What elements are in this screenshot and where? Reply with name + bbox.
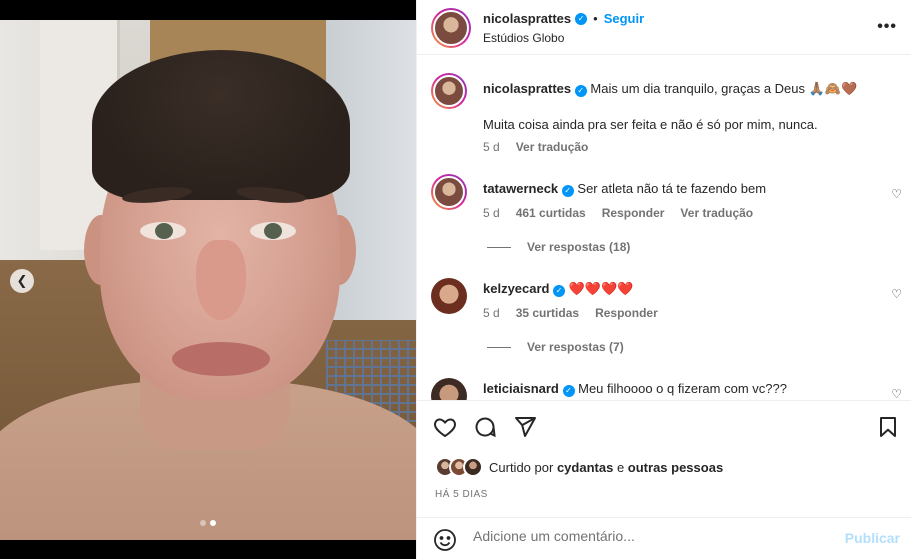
post-photo[interactable] xyxy=(0,20,416,540)
comment-body: ❤️❤️❤️❤️ xyxy=(568,281,634,296)
post-media[interactable]: ❮ xyxy=(0,0,416,559)
photo-iris-right xyxy=(264,223,282,239)
action-icons xyxy=(433,415,537,442)
comment-username[interactable]: kelzyecard xyxy=(483,281,550,296)
verified-icon: ✓ xyxy=(561,185,574,197)
caption-age[interactable]: 5 d xyxy=(483,140,500,154)
comment-meta: 5 d 35 curtidas Responder xyxy=(483,306,658,320)
comments-list[interactable]: nicolasprattes ✓ Mais um dia tranquilo, … xyxy=(417,56,911,400)
verified-icon: ✓ xyxy=(574,85,587,97)
comment-meta: 5 d 461 curtidas Responder Ver tradução xyxy=(483,206,753,220)
caption-text: nicolasprattes ✓ Mais um dia tranquilo, … xyxy=(483,80,893,98)
post-timestamp[interactable]: HÁ 5 DIAS xyxy=(435,489,488,500)
author-username[interactable]: nicolasprattes xyxy=(483,11,571,26)
emoji-icon[interactable] xyxy=(433,528,457,552)
comment-likes[interactable]: 461 curtidas xyxy=(516,206,586,220)
carousel-indicator xyxy=(200,520,216,526)
carousel-dot-active xyxy=(210,520,216,526)
chevron-left-icon: ❮ xyxy=(16,273,28,288)
author-avatar[interactable] xyxy=(431,8,471,48)
caption-line-2: Muita coisa ainda pra ser feita e não é … xyxy=(483,117,818,132)
view-replies-button[interactable]: Ver respostas (7) xyxy=(487,340,624,354)
caption-meta: 5 d Ver tradução xyxy=(483,140,588,154)
carousel-prev-button[interactable]: ❮ xyxy=(10,269,34,293)
comment-text: kelzyecard ✓ ❤️❤️❤️❤️ xyxy=(483,280,873,298)
caption-avatar[interactable] xyxy=(431,73,467,109)
comment-avatar[interactable] xyxy=(431,378,467,400)
photo-nose xyxy=(196,240,246,320)
view-replies-label: Ver respostas (7) xyxy=(527,340,624,354)
caption-translate-link[interactable]: Ver tradução xyxy=(516,140,589,154)
like-icon[interactable] xyxy=(433,415,457,442)
reply-button[interactable]: Responder xyxy=(595,306,658,320)
likes-prefix: Curtido por xyxy=(489,459,554,475)
comment-text: tatawerneck ✓ Ser atleta não tá te fazen… xyxy=(483,180,873,198)
likes-text: Curtido por cydantas e outras pessoas xyxy=(489,460,723,475)
comment-likes[interactable]: 35 curtidas xyxy=(516,306,579,320)
likes-joiner: e xyxy=(616,459,625,475)
post-actions: Curtido por cydantas e outras pessoas HÁ… xyxy=(417,400,911,559)
verified-icon: ✓ xyxy=(553,285,566,297)
liker-avatar[interactable] xyxy=(463,457,483,477)
replies-divider xyxy=(487,246,511,248)
comment-body: Meu filhoooo o q fizeram com vc??? xyxy=(578,381,787,396)
others-link[interactable]: outras pessoas xyxy=(628,460,723,475)
heart-icon[interactable]: ♡ xyxy=(891,387,902,400)
comment-username[interactable]: leticiaisnard xyxy=(483,381,559,396)
separator-dot: • xyxy=(593,11,598,26)
verified-icon: ✓ xyxy=(575,12,588,25)
post-location[interactable]: Estúdios Globo xyxy=(483,31,564,45)
photo-hair xyxy=(92,50,350,200)
comment-age[interactable]: 5 d xyxy=(483,306,500,320)
likes-summary: Curtido por cydantas e outras pessoas xyxy=(435,457,723,477)
view-replies-button[interactable]: Ver respostas (18) xyxy=(487,240,630,254)
comment-username[interactable]: tatawerneck xyxy=(483,181,558,196)
photo-mouth xyxy=(172,342,270,376)
replies-divider xyxy=(487,346,511,348)
carousel-dot xyxy=(200,520,206,526)
view-replies-label: Ver respostas (18) xyxy=(527,240,631,254)
author-line: nicolasprattes ✓ • Seguir xyxy=(483,11,644,26)
comment-avatar[interactable] xyxy=(431,174,467,210)
comment-body: Ser atleta não tá te fazendo bem xyxy=(577,181,767,196)
caption-line-1: Mais um dia tranquilo, graças a Deus 🙏🏽🙈… xyxy=(590,81,858,96)
comment-text: leticiaisnard ✓ Meu filhoooo o q fizeram… xyxy=(483,380,873,398)
heart-icon[interactable]: ♡ xyxy=(891,287,902,301)
more-options-icon[interactable]: ••• xyxy=(877,18,897,36)
post-panel: nicolasprattes ✓ • Seguir Estúdios Globo… xyxy=(416,0,911,559)
liker-username[interactable]: cydantas xyxy=(557,460,613,475)
comment-composer: Publicar xyxy=(417,517,911,559)
verified-icon: ✓ xyxy=(562,385,575,397)
bookmark-icon[interactable] xyxy=(876,415,900,442)
comment-input[interactable] xyxy=(473,528,813,544)
translate-link[interactable]: Ver tradução xyxy=(680,206,753,220)
publish-button[interactable]: Publicar xyxy=(845,530,900,546)
comment-icon[interactable] xyxy=(473,415,497,442)
follow-button[interactable]: Seguir xyxy=(604,11,644,26)
comment-avatar[interactable] xyxy=(431,278,467,314)
comment-age[interactable]: 5 d xyxy=(483,206,500,220)
heart-icon[interactable]: ♡ xyxy=(891,187,902,201)
post-header: nicolasprattes ✓ • Seguir Estúdios Globo… xyxy=(417,0,911,55)
share-icon[interactable] xyxy=(513,415,537,442)
caption-username[interactable]: nicolasprattes xyxy=(483,81,571,96)
reply-button[interactable]: Responder xyxy=(602,206,665,220)
photo-iris-left xyxy=(155,223,173,239)
